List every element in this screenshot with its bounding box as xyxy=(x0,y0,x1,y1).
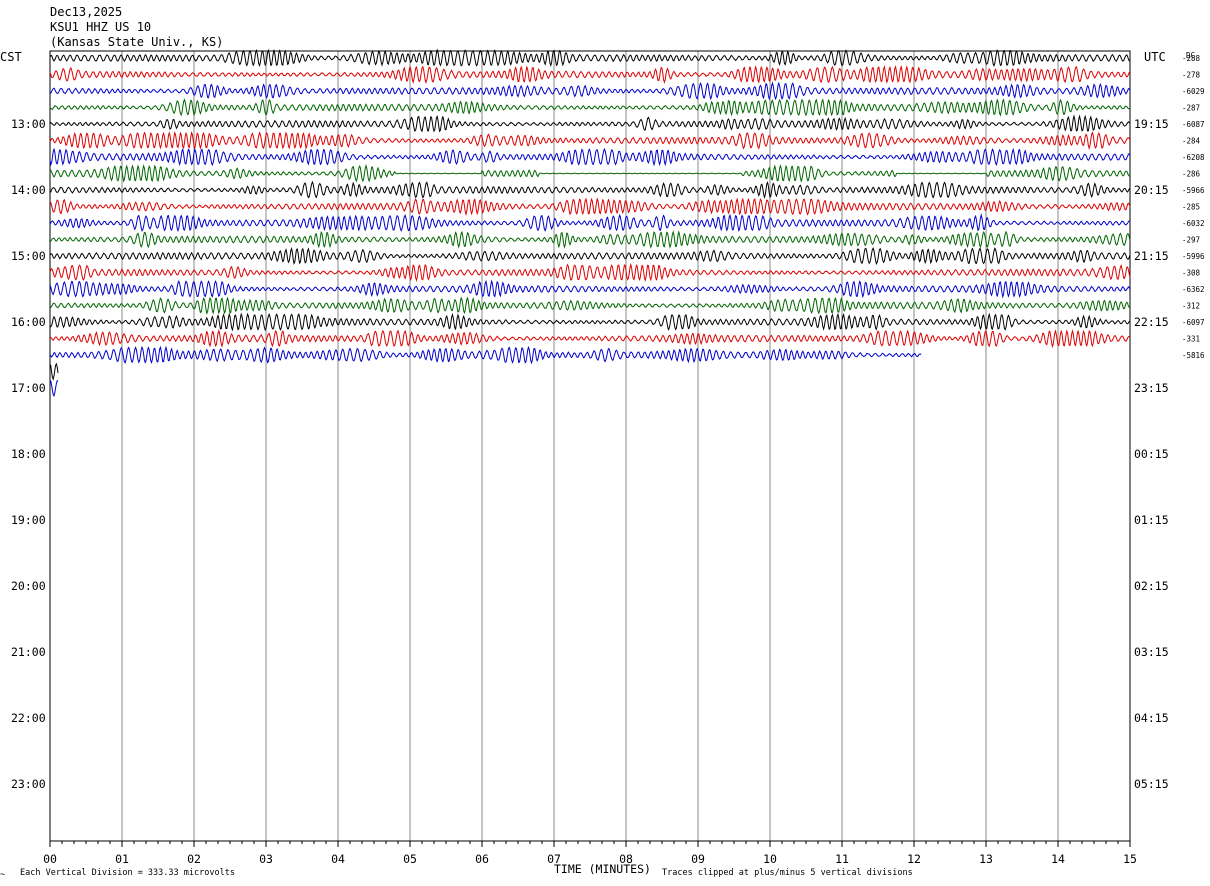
seismic-trace xyxy=(49,48,1131,68)
right-hour-label: 04:15 xyxy=(1134,711,1169,725)
right-hour-label: 00:15 xyxy=(1134,447,1169,461)
chart-location: (Kansas State Univ., KS) xyxy=(50,35,223,49)
seismic-trace xyxy=(49,163,1131,183)
x-tick-label: 06 xyxy=(475,852,489,866)
dc-offset-value: -5996 xyxy=(1182,252,1205,261)
dc-offset-value: -287 xyxy=(1182,104,1200,113)
x-tick-label: 09 xyxy=(691,852,705,866)
seismic-trace xyxy=(49,362,59,381)
dc-offset-value: -285 xyxy=(1182,203,1200,212)
seismic-trace xyxy=(49,213,1131,233)
seismic-trace xyxy=(49,312,1131,332)
dc-offset-value: -308 xyxy=(1182,269,1201,278)
right-hour-label: 23:15 xyxy=(1134,381,1169,395)
dc-offset-value: -288 xyxy=(1182,54,1201,63)
x-tick-label: 15 xyxy=(1123,852,1137,866)
left-hour-label: 22:00 xyxy=(11,711,46,725)
right-hour-label: 19:15 xyxy=(1134,117,1169,131)
seismic-traces xyxy=(49,48,1131,397)
left-hour-label: 17:00 xyxy=(11,381,46,395)
right-axis-label: UTC xyxy=(1144,50,1166,64)
x-tick-label: 05 xyxy=(403,852,417,866)
dc-offset-value: -6032 xyxy=(1182,219,1205,228)
dc-offset-value: -6362 xyxy=(1182,285,1205,294)
dc-offset-value: -6097 xyxy=(1182,318,1205,327)
x-tick-label: 02 xyxy=(187,852,201,866)
dc-offset-value: -6029 xyxy=(1182,87,1205,96)
left-axis-label: CST xyxy=(0,50,22,64)
x-tick-label: 00 xyxy=(43,852,57,866)
x-tick-label: 14 xyxy=(1051,852,1065,866)
seismic-trace xyxy=(49,98,1131,117)
division-note: Each Vertical Division = 333.33 microvol… xyxy=(20,868,235,878)
right-hour-label: 05:15 xyxy=(1134,777,1169,791)
right-hour-label: 02:15 xyxy=(1134,579,1169,593)
chart-station: KSU1 HHZ US 10 xyxy=(50,20,151,34)
left-hour-label: 18:00 xyxy=(11,447,46,461)
dc-offset-value: -297 xyxy=(1182,236,1200,245)
seismic-trace xyxy=(49,147,1131,167)
left-hour-label: 23:00 xyxy=(11,777,46,791)
left-hour-label: 19:00 xyxy=(11,513,46,527)
dc-offset-value: -278 xyxy=(1182,71,1201,80)
dc-offset-value: -5966 xyxy=(1182,186,1205,195)
right-hour-labels: 19:15 20:15 21:15 22:15 23:15 00:15 01:15 02:15… xyxy=(1134,117,1169,791)
right-hour-label: 22:15 xyxy=(1134,315,1169,329)
left-hour-labels: 13:00 14:00 15:00 16:00 17:00 18:00 19:00 20:00… xyxy=(11,117,46,791)
x-tick-label: 10 xyxy=(763,852,777,866)
seismic-trace xyxy=(49,262,1131,283)
left-hour-label: 20:00 xyxy=(11,579,46,593)
dc-offset-value: -6208 xyxy=(1182,153,1205,162)
footer-mark: ~ xyxy=(0,870,5,880)
seismic-trace xyxy=(49,379,59,397)
x-tick-label: 12 xyxy=(907,852,921,866)
left-hour-label: 14:00 xyxy=(11,183,46,197)
seismic-trace xyxy=(49,131,1131,151)
seismic-trace xyxy=(49,329,1131,349)
left-hour-label: 13:00 xyxy=(11,117,46,131)
helicorder-plot: Dec13,2025 KSU1 HHZ US 10 (Kansas State … xyxy=(0,5,1205,880)
dc-offset-value: -5816 xyxy=(1182,351,1205,360)
seismic-trace xyxy=(49,279,1131,299)
seismic-trace xyxy=(49,345,922,365)
seismic-trace xyxy=(49,180,1131,200)
clip-note: Traces clipped at plus/minus 5 vertical … xyxy=(662,868,913,878)
right-hour-label: 21:15 xyxy=(1134,249,1169,263)
dc-offset-value: -284 xyxy=(1182,137,1201,146)
seismic-trace xyxy=(49,230,1131,249)
x-tick-label: 11 xyxy=(835,852,849,866)
x-tick-label: 04 xyxy=(331,852,345,866)
dc-offset-labels: -288 -278 -6029 -287 -6087 -284 -6208 -286 -5966… xyxy=(1182,54,1205,360)
dc-offset-value: -331 xyxy=(1182,335,1200,344)
x-tick-label: 13 xyxy=(979,852,993,866)
right-hour-label: 01:15 xyxy=(1134,513,1169,527)
seismic-trace xyxy=(49,197,1131,217)
right-hour-label: 03:15 xyxy=(1134,645,1169,659)
right-hour-label: 20:15 xyxy=(1134,183,1169,197)
x-axis-label: TIME (MINUTES) xyxy=(554,862,651,876)
chart-date: Dec13,2025 xyxy=(50,5,122,19)
left-hour-label: 21:00 xyxy=(11,645,46,659)
left-hour-label: 15:00 xyxy=(11,249,46,263)
minute-gridlines xyxy=(49,51,1131,841)
plot-frame xyxy=(49,50,1131,842)
x-tick-label: 01 xyxy=(115,852,129,866)
seismic-trace xyxy=(49,246,1131,266)
dc-offset-value: -286 xyxy=(1182,170,1201,179)
x-tick-label: 03 xyxy=(259,852,273,866)
dc-offset-value: -6087 xyxy=(1182,120,1205,129)
dc-offset-value: -312 xyxy=(1182,302,1200,311)
seismic-trace xyxy=(49,65,1130,84)
left-hour-label: 16:00 xyxy=(11,315,46,329)
seismic-trace xyxy=(49,114,1131,133)
seismic-trace xyxy=(49,81,1131,101)
seismic-trace xyxy=(49,296,1131,315)
